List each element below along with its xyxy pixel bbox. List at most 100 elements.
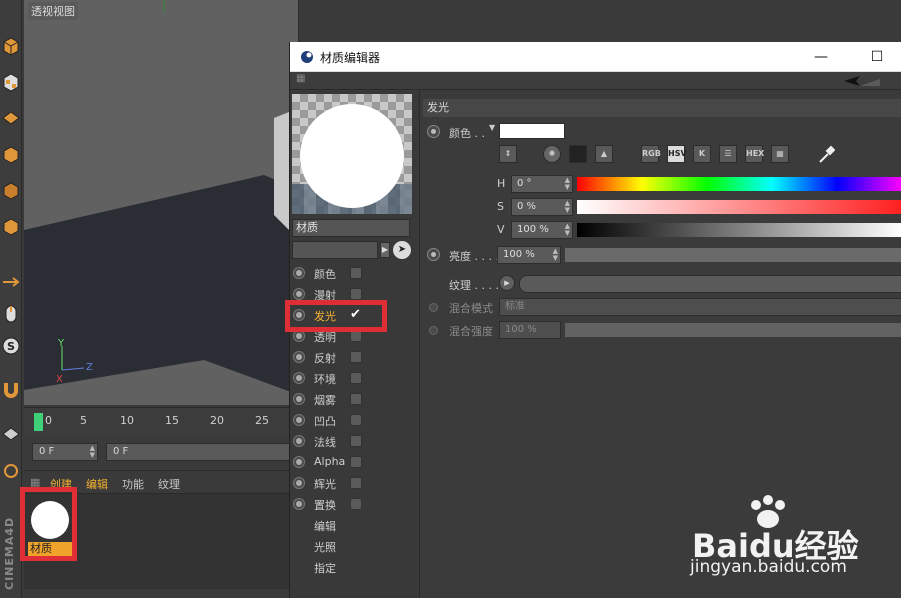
blend-strength-field[interactable]: 100 % <box>499 321 561 339</box>
radio-icon[interactable] <box>429 326 438 335</box>
block-icon[interactable] <box>0 212 22 240</box>
value-slider[interactable] <box>577 223 901 237</box>
item-illumination[interactable]: 光照 <box>290 536 418 557</box>
minimize-button[interactable]: — <box>810 46 832 68</box>
channel-normal[interactable]: 法线 <box>290 431 418 452</box>
brightness-slider[interactable] <box>565 248 901 262</box>
color-mode-hex[interactable]: HEX <box>745 145 764 163</box>
color-mode-kelvin[interactable]: K <box>693 145 711 163</box>
item-assign[interactable]: 指定 <box>290 557 418 578</box>
hue-field[interactable]: 0 ° ▲ ▼ <box>511 175 573 193</box>
channel-color[interactable]: 颜色 <box>290 263 418 284</box>
radio-icon[interactable] <box>293 267 305 279</box>
move-icon[interactable] <box>0 268 22 296</box>
channel-environment[interactable]: 环境 <box>290 368 418 389</box>
channel-glow[interactable]: 辉光 <box>290 473 418 494</box>
menu-function[interactable]: 功能 <box>122 476 144 492</box>
editor-titlebar[interactable]: 材质编辑器 — ☐ <box>290 42 901 72</box>
channel-reflectance[interactable]: 反射 <box>290 347 418 368</box>
timeline[interactable]: 0 5 10 15 20 25 <box>24 407 299 437</box>
maximize-button[interactable]: ☐ <box>866 46 888 68</box>
arrow-right-icon[interactable]: ▶ <box>380 242 390 258</box>
channel-checkbox[interactable] <box>350 351 362 363</box>
brightness-field[interactable]: 100 % ▲ ▼ <box>497 246 561 264</box>
material-preview[interactable] <box>292 94 412 214</box>
radio-icon[interactable] <box>293 477 305 489</box>
plane-icon[interactable] <box>0 104 22 132</box>
perspective-viewport[interactable]: 透视视图 Y Z X <box>24 0 299 405</box>
texture-arrow-icon[interactable]: ▶ <box>499 275 515 291</box>
start-frame-field[interactable]: 0 F ▲ ▼ <box>32 443 98 461</box>
channel-checkbox[interactable] <box>350 414 362 426</box>
color-swatch[interactable] <box>499 123 565 139</box>
color-wheel-icon[interactable]: ✺ <box>543 145 561 163</box>
color-mode-hsv[interactable]: HSV <box>667 145 687 163</box>
item-editor[interactable]: 编辑 <box>290 515 418 536</box>
saturation-field[interactable]: 0 % ▲ ▼ <box>511 198 573 216</box>
radio-icon[interactable] <box>293 351 305 363</box>
value-field[interactable]: 100 % ▲ ▼ <box>511 221 573 239</box>
hue-slider[interactable] <box>577 177 901 191</box>
material-name-field[interactable]: 材质 <box>292 219 410 237</box>
menu-edit[interactable]: 编辑 <box>86 476 108 492</box>
back-arrow-icon[interactable] <box>842 74 882 88</box>
color-mode-rgb[interactable]: RGB <box>641 145 661 163</box>
current-frame-value: 0 F <box>113 446 129 457</box>
channel-checkbox[interactable] <box>350 372 362 384</box>
chevron-down-icon[interactable]: ▼ <box>489 123 495 132</box>
channel-checkbox[interactable] <box>350 456 362 468</box>
material-search-field[interactable] <box>292 241 378 259</box>
item-label: 编辑 <box>314 520 336 533</box>
channel-bump[interactable]: 凹凸 <box>290 410 418 431</box>
current-frame-field[interactable]: 0 F <box>106 443 299 461</box>
channel-displacement[interactable]: 置换 <box>290 494 418 515</box>
radio-icon[interactable] <box>293 414 305 426</box>
mixer-icon[interactable]: ☰ <box>719 145 737 163</box>
radio-icon[interactable] <box>293 288 305 300</box>
cube-icon[interactable] <box>0 32 22 60</box>
radio-icon[interactable] <box>293 393 305 405</box>
swatches-icon[interactable]: ▦ <box>771 145 789 163</box>
magnet-icon[interactable] <box>0 376 22 404</box>
spinner-icon[interactable]: ▲ ▼ <box>553 248 558 262</box>
spectrum-icon[interactable]: ⇕ <box>499 145 517 163</box>
channel-checkbox[interactable] <box>350 288 362 300</box>
pointer-icon[interactable]: ➤ <box>393 241 411 259</box>
radio-icon[interactable] <box>293 456 305 468</box>
saturation-slider[interactable] <box>577 200 901 214</box>
channel-alpha[interactable]: Alpha <box>290 452 418 473</box>
channel-checkbox[interactable] <box>350 393 362 405</box>
spinner-icon[interactable]: ▲ ▼ <box>565 223 570 237</box>
radio-icon[interactable] <box>427 248 440 261</box>
mouse-icon[interactable] <box>0 300 22 328</box>
image-icon[interactable]: ▲ <box>595 145 613 163</box>
channel-fog[interactable]: 烟雾 <box>290 389 418 410</box>
radio-icon[interactable] <box>293 372 305 384</box>
radio-icon[interactable] <box>427 125 440 138</box>
snap-icon[interactable]: S <box>0 332 22 360</box>
box-icon[interactable] <box>0 176 22 204</box>
eyedropper-icon[interactable] <box>817 145 835 165</box>
spinner-icon[interactable]: ▲ ▼ <box>565 200 570 214</box>
channel-checkbox[interactable] <box>350 477 362 489</box>
menu-texture[interactable]: 纹理 <box>158 476 180 492</box>
checker-icon[interactable] <box>0 68 22 96</box>
channel-checkbox[interactable] <box>350 498 362 510</box>
object-icon[interactable] <box>0 140 22 168</box>
viewport-label[interactable]: 透视视图 <box>28 2 78 20</box>
channel-checkbox[interactable] <box>350 435 362 447</box>
texture-field[interactable] <box>519 275 901 293</box>
blend-mode-select[interactable]: 标准 <box>499 298 901 316</box>
timeline-tick: 0 <box>45 414 52 427</box>
radio-icon[interactable] <box>293 435 305 447</box>
rotate-icon[interactable] <box>0 456 22 484</box>
spinner-icon[interactable]: ▲ ▼ <box>565 177 570 191</box>
radio-icon[interactable] <box>293 498 305 510</box>
blend-strength-slider[interactable] <box>565 323 901 337</box>
grid-lock-icon[interactable] <box>0 420 22 448</box>
channel-checkbox[interactable] <box>350 267 362 279</box>
gradient-icon[interactable] <box>569 145 587 163</box>
timeline-cursor[interactable] <box>34 413 43 431</box>
radio-icon[interactable] <box>429 303 438 312</box>
spinner-icon[interactable]: ▲ ▼ <box>90 445 95 459</box>
